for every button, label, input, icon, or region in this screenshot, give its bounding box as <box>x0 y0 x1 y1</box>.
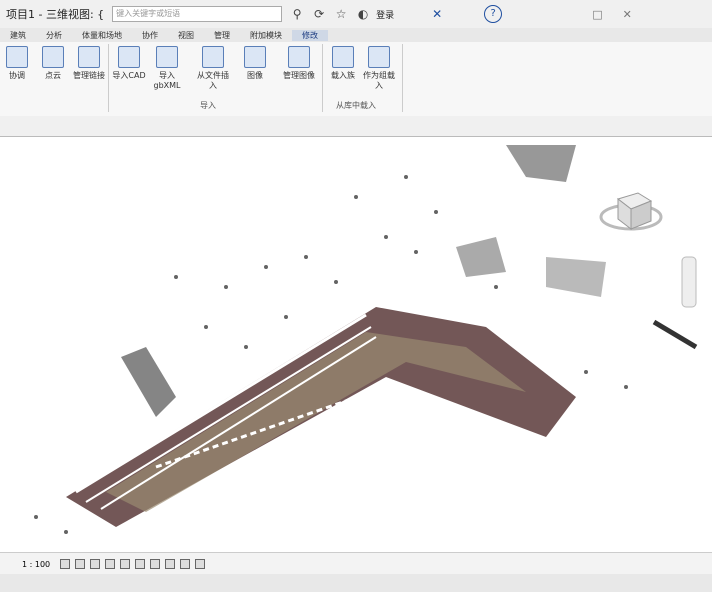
sun-path-icon[interactable] <box>90 559 101 569</box>
maximize-icon[interactable]: □ <box>592 8 602 21</box>
group-separator <box>402 44 403 112</box>
ribbon-button-label: 导入CAD <box>112 71 146 80</box>
tab-manage[interactable]: 管理 <box>204 30 240 41</box>
status-bar <box>0 574 712 592</box>
tab-analyze[interactable]: 分析 <box>36 30 72 41</box>
ribbon-button-label: 管理链接 <box>73 71 105 80</box>
render-icon[interactable] <box>120 559 131 569</box>
ribbon-panel: 协调 点云 管理链接 导入CAD 导入gbXML 从文件插入 图像 管理图像 导… <box>0 42 712 117</box>
link-manage-icon <box>78 46 100 68</box>
binoculars-icon[interactable]: ⚲ <box>290 7 304 21</box>
point-cloud-model <box>34 145 698 534</box>
tab-architecture[interactable]: 建筑 <box>0 30 36 41</box>
temp-hide-icon[interactable] <box>180 559 191 569</box>
view-cube[interactable] <box>599 192 663 231</box>
point-cloud-view <box>34 145 698 534</box>
search-input[interactable]: 键入关键字或短语 <box>112 6 283 22</box>
tab-collaborate[interactable]: 协作 <box>132 30 168 41</box>
crop-view-icon[interactable] <box>135 559 146 569</box>
ribbon-button-label: 点云 <box>45 71 61 80</box>
options-bar <box>0 116 712 137</box>
ribbon-manage-images-button[interactable]: 管理图像 <box>282 44 316 98</box>
ribbon-pointcloud-button[interactable]: 点云 <box>36 44 70 98</box>
ribbon-button-label: 作为组载入 <box>363 71 395 90</box>
ribbon-coordinate-button[interactable]: 协调 <box>0 44 34 98</box>
subscription-icon[interactable]: ⟳ <box>312 7 326 21</box>
group-label-import: 导入 <box>200 101 216 110</box>
user-icon[interactable]: ◐ <box>356 7 370 21</box>
show-crop-icon[interactable] <box>150 559 161 569</box>
ribbon-button-label: 图像 <box>247 71 263 80</box>
load-family-icon <box>332 46 354 68</box>
tab-massing[interactable]: 体量和场地 <box>72 30 132 41</box>
group-separator <box>322 44 323 112</box>
view-canvas[interactable] <box>6 137 706 552</box>
navigation-bar[interactable] <box>681 256 697 308</box>
ribbon-button-label: 导入gbXML <box>153 71 181 90</box>
load-group-icon <box>368 46 390 68</box>
help-icon[interactable]: ? <box>484 5 503 23</box>
shadows-icon[interactable] <box>105 559 116 569</box>
visual-style-icon[interactable] <box>75 559 86 569</box>
ribbon-tabs: 建筑 分析 体量和场地 协作 视图 管理 附加模块 修改 <box>0 28 712 42</box>
tab-view[interactable]: 视图 <box>168 30 204 41</box>
image-icon <box>244 46 266 68</box>
coordinate-icon <box>6 46 28 68</box>
title-bar: 项目1 - 三维视图: { 键入关键字或短语 ⚲ ⟳ ☆ ◐ 登录 ✕ ? □ … <box>0 0 712 28</box>
view-control-bar: 1 : 100 <box>0 552 712 575</box>
ribbon-import-cad-button[interactable]: 导入CAD <box>112 44 146 98</box>
exchange-icon[interactable]: ✕ <box>430 7 444 21</box>
tab-modify[interactable]: 修改 <box>292 29 328 41</box>
pointcloud-icon <box>42 46 64 68</box>
ribbon-button-label: 载入族 <box>331 71 355 80</box>
close-icon[interactable]: ✕ <box>623 8 632 21</box>
ribbon-load-group-button[interactable]: 作为组载入 <box>362 44 396 98</box>
window-title: 项目1 - 三维视图: { <box>6 8 105 21</box>
ribbon-button-label: 从文件插入 <box>197 71 229 90</box>
ribbon-button-label: 管理图像 <box>283 71 315 80</box>
ribbon-import-gbxml-button[interactable]: 导入gbXML <box>150 44 184 98</box>
login-button[interactable]: 登录 <box>376 8 394 21</box>
import-gbxml-icon <box>156 46 178 68</box>
group-separator <box>108 44 109 112</box>
ribbon-insert-file-button[interactable]: 从文件插入 <box>196 44 230 98</box>
import-cad-icon <box>118 46 140 68</box>
insert-file-icon <box>202 46 224 68</box>
tab-addins[interactable]: 附加模块 <box>240 30 292 41</box>
manage-image-icon <box>288 46 310 68</box>
reveal-hidden-icon[interactable] <box>195 559 206 569</box>
ribbon-image-button[interactable]: 图像 <box>238 44 272 98</box>
ribbon-manage-links-button[interactable]: 管理链接 <box>72 44 106 98</box>
ribbon-button-label: 协调 <box>9 71 25 80</box>
detail-level-icon[interactable] <box>60 559 71 569</box>
star-icon[interactable]: ☆ <box>334 7 348 21</box>
lock-view-icon[interactable] <box>165 559 176 569</box>
view-scale[interactable]: 1 : 100 <box>22 560 50 569</box>
ribbon-load-family-button[interactable]: 载入族 <box>326 44 360 98</box>
group-label-load-from-library: 从库中载入 <box>336 101 376 110</box>
